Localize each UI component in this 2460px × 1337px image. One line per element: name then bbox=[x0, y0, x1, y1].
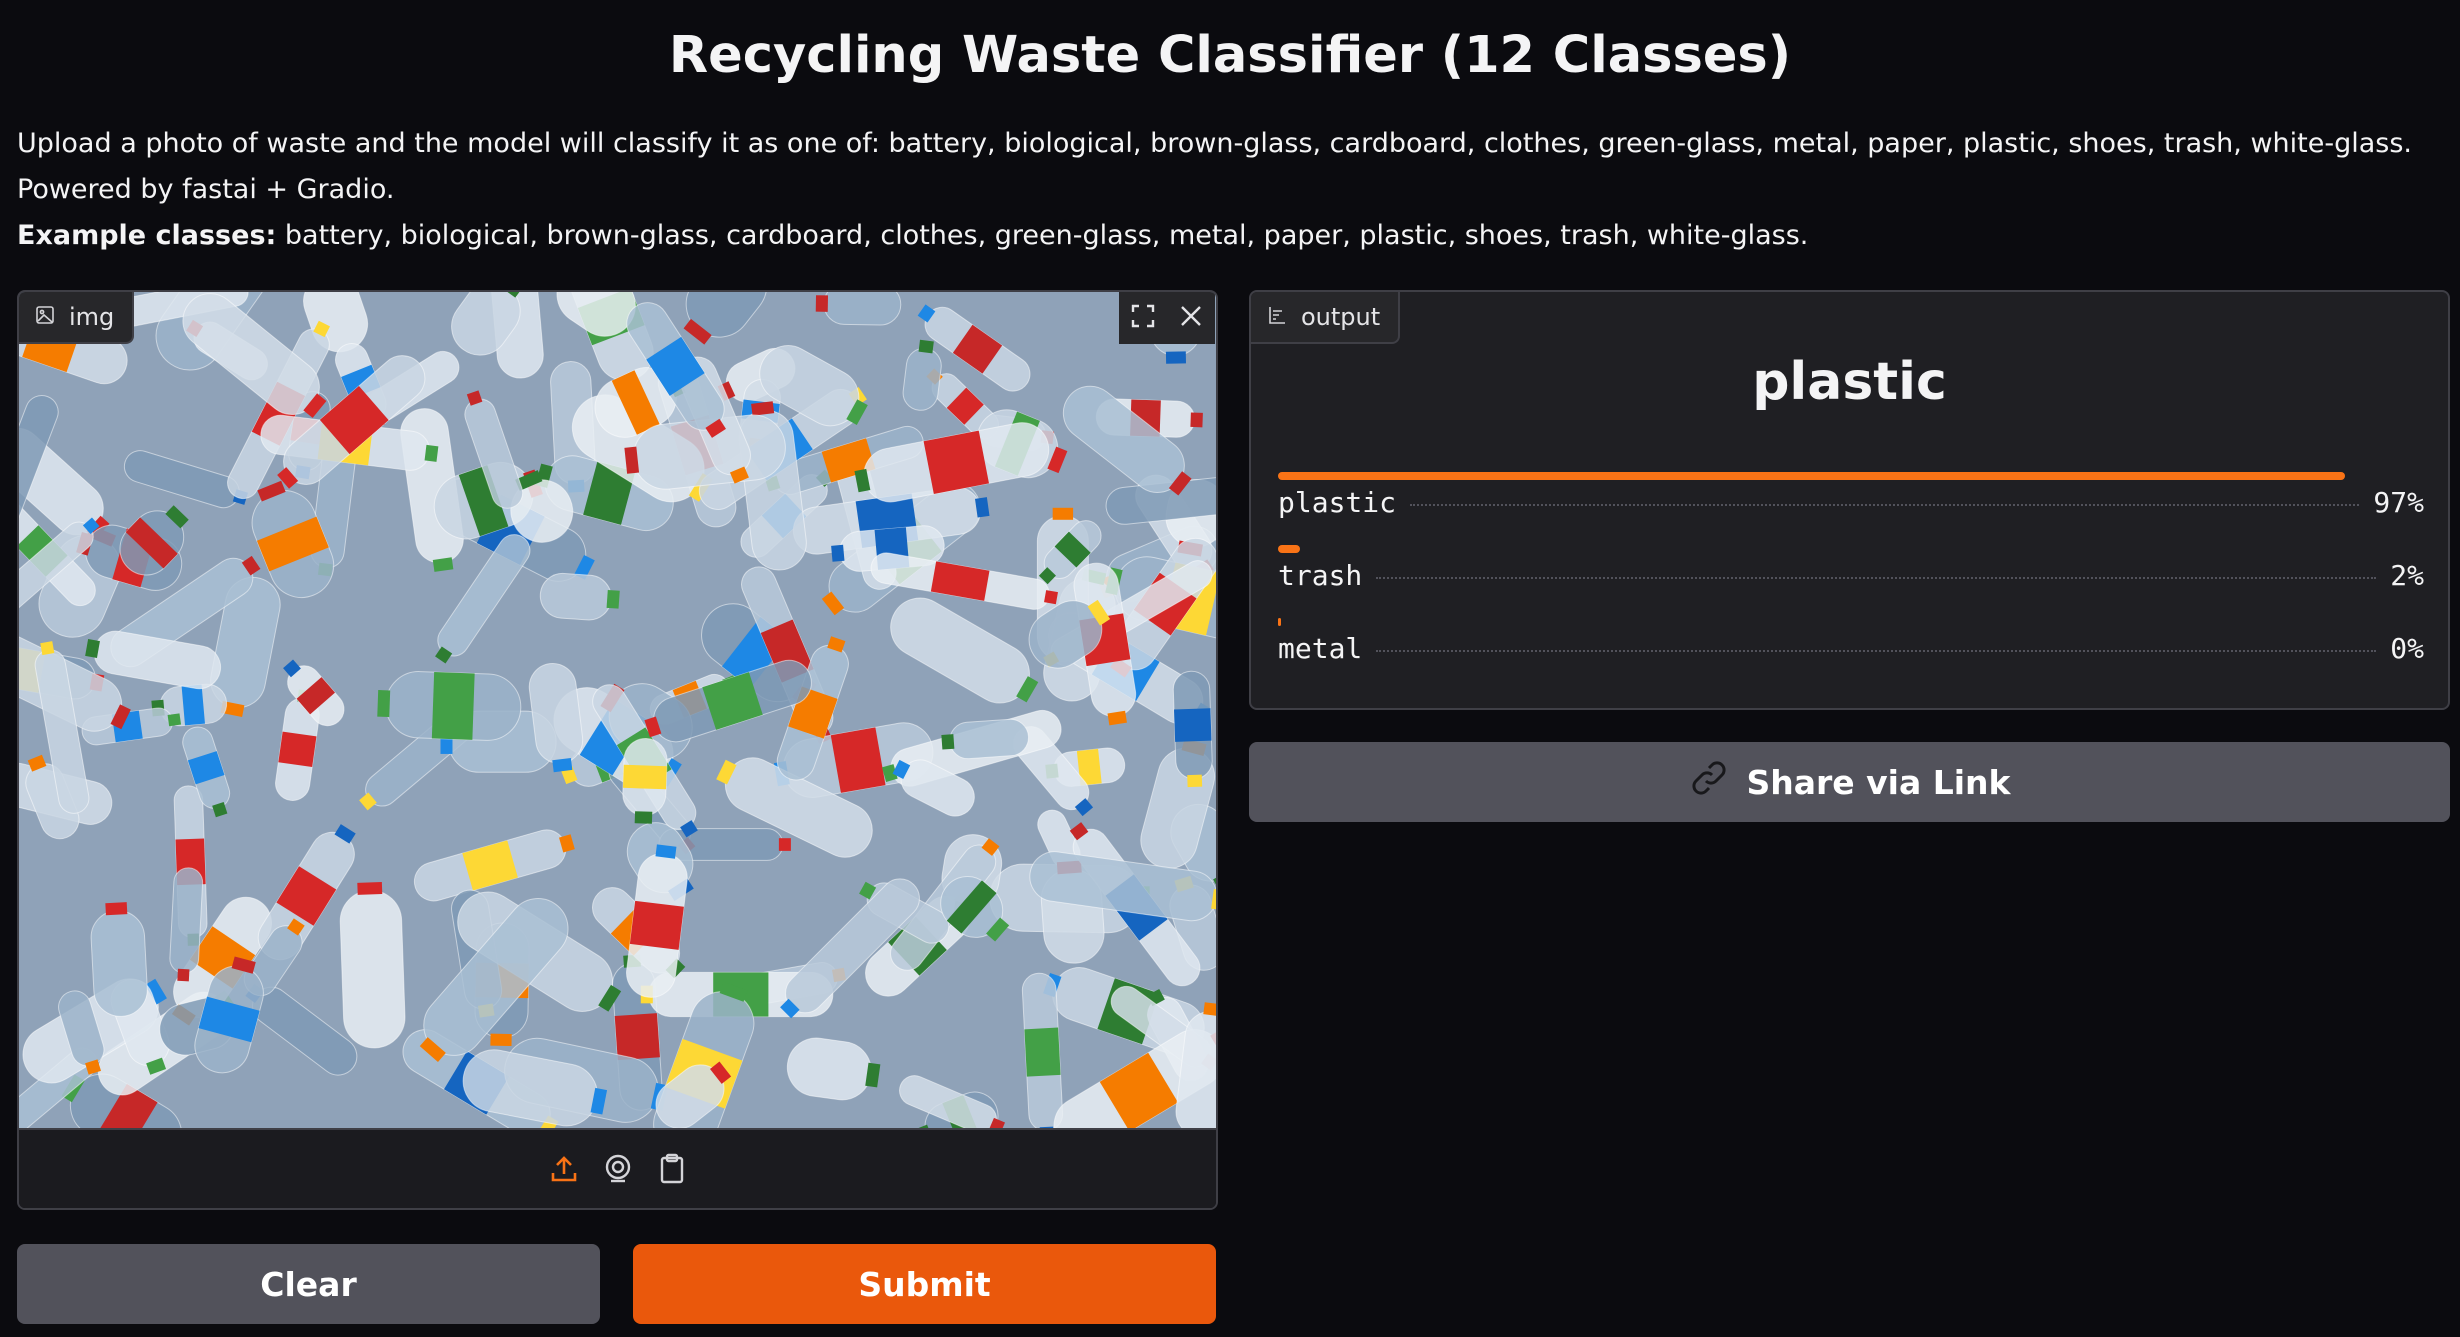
confidence-label: trash bbox=[1278, 559, 1363, 592]
page-title: Recycling Waste Classifier (12 Classes) bbox=[668, 26, 1792, 85]
confidence-row: metal 0% bbox=[1278, 632, 2424, 665]
confidence-item: plastic 97% bbox=[1278, 472, 2424, 532]
confidence-label: plastic bbox=[1278, 486, 1397, 519]
image-icon bbox=[35, 303, 55, 331]
fullscreen-icon bbox=[1129, 302, 1157, 334]
confidence-dots bbox=[1410, 504, 2360, 506]
source-selector bbox=[19, 1128, 1216, 1208]
confidence-percent: 97% bbox=[2373, 486, 2424, 519]
image-input-label-text: img bbox=[69, 303, 115, 331]
submit-button[interactable]: Submit bbox=[633, 1244, 1216, 1324]
confidence-item: metal 0% bbox=[1278, 618, 2424, 678]
output-label-text: output bbox=[1301, 303, 1381, 331]
predicted-label: plastic bbox=[1752, 352, 1947, 412]
confidence-bar bbox=[1278, 545, 1300, 553]
clear-image-button[interactable] bbox=[1167, 292, 1215, 344]
output-label: output bbox=[1251, 292, 1401, 344]
powered-by-text: Powered by fastai + Gradio. bbox=[17, 174, 395, 205]
confidence-row: trash 2% bbox=[1278, 559, 2424, 592]
confidence-bar bbox=[1278, 618, 1281, 626]
share-link-button[interactable]: Share via Link bbox=[1249, 742, 2450, 822]
confidence-dots bbox=[1376, 650, 2377, 652]
close-icon bbox=[1177, 302, 1205, 334]
confidence-percent: 0% bbox=[2390, 632, 2424, 665]
confidence-row: plastic 97% bbox=[1278, 486, 2424, 519]
confidence-percent: 2% bbox=[2390, 559, 2424, 592]
uploaded-image bbox=[19, 292, 1216, 1128]
confidence-label: metal bbox=[1278, 632, 1363, 665]
output-panel: output plastic plastic 97% trash 2% metal 0% bbox=[1249, 290, 2450, 710]
description: Upload a photo of waste and the model wi… bbox=[17, 128, 2412, 159]
confidence-bar bbox=[1278, 472, 2345, 480]
clipboard-icon[interactable] bbox=[656, 1153, 688, 1185]
webcam-icon[interactable] bbox=[602, 1153, 634, 1185]
fullscreen-button[interactable] bbox=[1119, 292, 1167, 344]
upload-icon[interactable] bbox=[548, 1153, 580, 1185]
confidence-item: trash 2% bbox=[1278, 545, 2424, 605]
example-classes-list: battery, biological, brown-glass, cardbo… bbox=[276, 220, 1809, 251]
clear-button[interactable]: Clear bbox=[17, 1244, 600, 1324]
example-classes: Example classes: battery, biological, br… bbox=[17, 220, 1808, 251]
share-link-label: Share via Link bbox=[1746, 762, 2011, 802]
example-classes-label: Example classes: bbox=[17, 220, 277, 251]
link-icon bbox=[1688, 757, 1730, 807]
image-input-panel[interactable]: img bbox=[17, 290, 1218, 1210]
confidence-dots bbox=[1376, 577, 2377, 579]
chart-icon bbox=[1267, 303, 1287, 331]
image-input-label: img bbox=[19, 292, 135, 344]
